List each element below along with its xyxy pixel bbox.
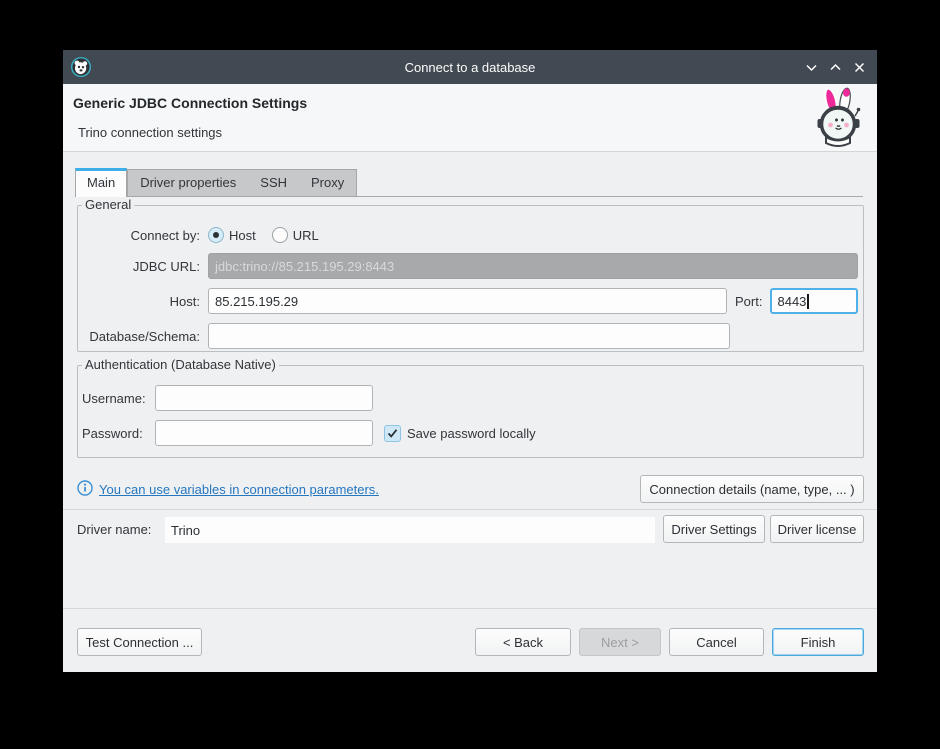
username-label: Username: [82,391,147,406]
trino-bunny-logo [814,87,864,150]
titlebar[interactable]: Connect to a database [63,50,877,84]
checkmark-icon [387,428,398,439]
host-label: Host: [78,294,200,309]
close-button[interactable] [847,55,871,79]
minimize-button[interactable] [799,55,823,79]
back-button[interactable]: < Back [475,628,571,656]
save-password-checkbox[interactable] [384,425,401,442]
driver-settings-button[interactable]: Driver Settings [663,515,765,543]
host-radio[interactable] [208,227,224,243]
driver-name-label: Driver name: [77,515,151,543]
save-password-label[interactable]: Save password locally [407,426,536,441]
chevron-down-icon [805,61,818,74]
chevron-up-icon [829,61,842,74]
username-input[interactable] [155,385,373,411]
page-subtitle: Trino connection settings [78,125,222,140]
tab-driver-properties[interactable]: Driver properties [128,170,248,196]
tab-bar: Main Driver properties SSH Proxy [75,168,357,197]
authentication-group: Authentication (Database Native) Usernam… [77,365,864,458]
database-schema-input[interactable] [208,323,730,349]
page-title: Generic JDBC Connection Settings [73,95,307,111]
variables-hint-row: You can use variables in connection para… [77,475,379,503]
tab-proxy[interactable]: Proxy [299,170,356,196]
window-title: Connect to a database [63,60,877,75]
connection-details-button[interactable]: Connection details (name, type, ... ) [640,475,864,503]
general-group-title: General [82,197,134,212]
test-connection-button[interactable]: Test Connection ... [77,628,202,656]
variables-link[interactable]: You can use variables in connection para… [99,482,379,497]
port-input[interactable]: 8443 [770,288,858,314]
driver-license-button[interactable]: Driver license [770,515,864,543]
host-radio-label[interactable]: Host [229,228,256,243]
port-label: Port: [727,294,763,309]
finish-button[interactable]: Finish [772,628,864,656]
port-value: 8443 [777,294,806,309]
separator-bottom [63,608,877,609]
authentication-group-title: Authentication (Database Native) [82,357,279,372]
cancel-button[interactable]: Cancel [669,628,764,656]
separator-top [63,509,877,510]
database-schema-label: Database/Schema: [78,329,200,344]
password-input[interactable] [155,420,373,446]
window-controls [799,50,871,84]
info-circle-icon [77,480,93,499]
jdbc-url-label: JDBC URL: [78,259,200,274]
tab-group-inactive: Driver properties SSH Proxy [127,169,357,197]
maximize-button[interactable] [823,55,847,79]
connect-database-dialog: Connect to a database [63,50,877,672]
close-icon [853,61,866,74]
tab-ssh[interactable]: SSH [248,170,299,196]
host-input[interactable]: 85.215.195.29 [208,288,727,314]
url-radio[interactable] [272,227,288,243]
jdbc-url-field: jdbc:trino://85.215.195.29:8443 [208,253,858,279]
connect-by-label: Connect by: [78,228,200,243]
tab-main[interactable]: Main [75,168,127,197]
password-label: Password: [82,426,147,441]
screen-background: Connect to a database [0,0,940,749]
wizard-header: Generic JDBC Connection Settings Trino c… [63,84,877,152]
next-button: Next > [579,628,661,656]
text-caret [807,294,809,309]
driver-name-field: Trino [165,517,655,543]
general-group: General Connect by: Host URL JDBC URL: j… [77,205,864,352]
url-radio-label[interactable]: URL [293,228,319,243]
